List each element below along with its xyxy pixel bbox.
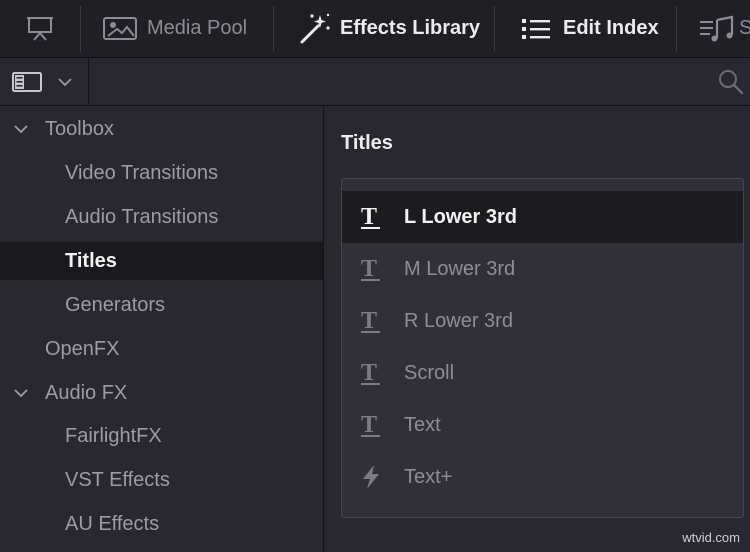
- tree-item-fairlightfx[interactable]: FairlightFX: [0, 417, 323, 455]
- effects-content-panel: Titles T L Lower 3rd T M Lower 3rd T R L…: [324, 106, 750, 552]
- tree-item-audio-fx[interactable]: Audio FX: [0, 374, 323, 412]
- list-item-l-lower-3rd[interactable]: T L Lower 3rd: [342, 191, 743, 243]
- title-t-icon: T: [360, 295, 382, 347]
- svg-text:T: T: [361, 256, 377, 282]
- tree-item-au-effects[interactable]: AU Effects: [0, 505, 323, 543]
- edit-index-label: Edit Index: [563, 17, 659, 39]
- chevron-down-icon: [14, 125, 28, 134]
- list-icon: [522, 18, 550, 39]
- list-item-text-plus[interactable]: Text+: [342, 451, 743, 503]
- chevron-down-icon: [58, 77, 72, 86]
- list-item-text[interactable]: T Text: [342, 399, 743, 451]
- tree-item-label: VST Effects: [65, 468, 170, 491]
- tree-item-toolbox[interactable]: Toolbox: [0, 110, 323, 148]
- presentation-icon: [27, 16, 53, 41]
- media-pool-label: Media Pool: [147, 17, 248, 39]
- title-t-icon: T: [360, 243, 382, 295]
- tree-item-label: Audio FX: [45, 381, 128, 404]
- title-t-icon: T: [360, 191, 382, 243]
- media-pool-button[interactable]: Media Pool: [81, 0, 273, 57]
- title-t-icon: T: [360, 347, 382, 399]
- list-item-label: Text: [404, 413, 441, 436]
- chevron-down-icon: [14, 389, 28, 398]
- tree-item-titles[interactable]: Titles: [0, 242, 323, 280]
- list-item-label: M Lower 3rd: [404, 257, 516, 280]
- tree-item-openfx[interactable]: OpenFX: [0, 330, 323, 368]
- svg-text:T: T: [361, 308, 377, 334]
- fusion-bolt-icon: [360, 451, 382, 503]
- list-item-label: R Lower 3rd: [404, 309, 513, 332]
- title-t-icon: T: [360, 399, 382, 451]
- presentation-button[interactable]: [0, 0, 80, 57]
- list-item-r-lower-3rd[interactable]: T R Lower 3rd: [342, 295, 743, 347]
- sound-library-label: S: [739, 17, 750, 40]
- section-title: Titles: [341, 132, 393, 154]
- tree-item-label: FairlightFX: [65, 424, 162, 447]
- search-icon[interactable]: [718, 69, 744, 95]
- list-item-scroll[interactable]: T Scroll: [342, 347, 743, 399]
- tree-item-audio-transitions[interactable]: Audio Transitions: [0, 198, 323, 236]
- list-item-label: Text+: [404, 465, 453, 488]
- tree-item-label: Generators: [65, 293, 166, 316]
- effects-library-button[interactable]: Effects Library: [274, 0, 494, 57]
- sidebar-panel-icon: [12, 71, 42, 92]
- tree-item-label: AU Effects: [65, 512, 160, 535]
- titles-list: T L Lower 3rd T M Lower 3rd T R Lower 3r…: [341, 178, 744, 518]
- tree-item-label: Titles: [65, 249, 117, 272]
- tree-item-vst-effects[interactable]: VST Effects: [0, 461, 323, 499]
- list-item-label: L Lower 3rd: [404, 205, 517, 228]
- tree-item-label: OpenFX: [45, 337, 120, 360]
- edit-index-button[interactable]: Edit Index: [495, 0, 676, 57]
- top-toolbar: Media Pool Effects Library Edit Index: [0, 0, 750, 58]
- effects-library-label: Effects Library: [340, 17, 481, 39]
- tree-item-label: Audio Transitions: [65, 205, 219, 228]
- list-item-label: Scroll: [404, 361, 455, 384]
- magic-wand-icon: [300, 13, 330, 43]
- sound-library-button[interactable]: S: [677, 0, 750, 57]
- music-list-icon: [700, 15, 734, 41]
- tree-item-generators[interactable]: Generators: [0, 286, 323, 324]
- tree-item-label: Toolbox: [45, 117, 114, 140]
- svg-text:T: T: [361, 204, 377, 230]
- tree-item-label: Video Transitions: [65, 161, 219, 184]
- tree-item-video-transitions[interactable]: Video Transitions: [0, 154, 323, 192]
- media-pool-icon: [103, 16, 137, 40]
- effects-tree: Toolbox Video Transitions Audio Transiti…: [0, 106, 324, 552]
- svg-text:T: T: [361, 360, 377, 386]
- svg-text:T: T: [361, 412, 377, 438]
- list-item-m-lower-3rd[interactable]: T M Lower 3rd: [342, 243, 743, 295]
- panel-toggle-button[interactable]: [0, 58, 89, 105]
- watermark: wtvid.com: [682, 530, 740, 545]
- library-subbar: [0, 58, 750, 106]
